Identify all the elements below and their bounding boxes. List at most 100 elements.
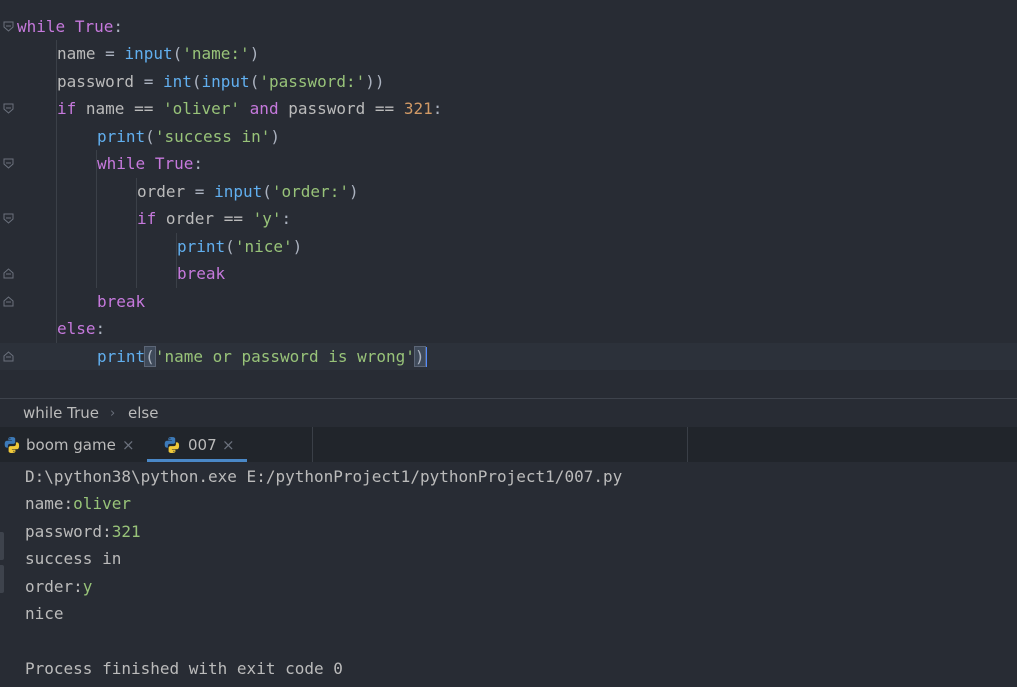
code-token: 321: [403, 99, 433, 118]
code-token: (: [262, 181, 272, 201]
tab-divider: [687, 427, 688, 462]
code-line[interactable]: password = int(input('password:')): [0, 68, 1017, 96]
code-token: if: [57, 99, 77, 118]
tab-divider: [312, 427, 313, 462]
code-token: 'y': [252, 209, 282, 228]
fold-marker-icon[interactable]: [3, 213, 14, 224]
console-text: password:: [25, 521, 112, 541]
breadcrumb-item-else[interactable]: else: [128, 399, 158, 428]
code-line[interactable]: while True:: [0, 13, 1017, 41]
code-token: =: [185, 181, 215, 201]
code-token: break: [97, 291, 146, 311]
console-gutter-marker: [0, 565, 4, 593]
code-token: input: [124, 44, 173, 63]
code-line[interactable]: name = input('name:'): [0, 40, 1017, 68]
fold-marker-icon[interactable]: [3, 21, 14, 32]
code-token: ): [413, 345, 426, 367]
console-user-input: oliver: [73, 494, 131, 513]
fold-marker-icon[interactable]: [3, 295, 14, 307]
code-token: 'password:': [259, 71, 366, 91]
console-line: order:y: [25, 573, 92, 601]
code-line[interactable]: else:: [0, 315, 1017, 343]
code-text: password = int(input('password:')): [57, 68, 385, 96]
code-editor[interactable]: while True: name = input('name:') password…: [0, 0, 1017, 398]
console-text: order:: [25, 576, 83, 596]
code-token: (: [145, 126, 155, 146]
code-token: input: [201, 71, 250, 91]
code-token: 'name or password is wrong': [154, 346, 415, 366]
fold-marker-icon[interactable]: [3, 350, 14, 362]
code-token: ): [348, 181, 359, 201]
code-token: break: [177, 264, 226, 283]
code-line[interactable]: if name == 'oliver' and password == 321:: [0, 95, 1017, 123]
code-line[interactable]: if order == 'y':: [0, 205, 1017, 233]
code-token: print: [97, 126, 146, 146]
code-token: password ==: [278, 99, 404, 118]
code-token: name ==: [76, 99, 163, 118]
code-token: order ==: [156, 209, 253, 228]
run-console[interactable]: D:\python38\python.exe E:/pythonProject1…: [0, 462, 1017, 687]
code-line[interactable]: print('name or password is wrong'): [0, 342, 1017, 370]
code-text: break: [97, 288, 145, 316]
code-line[interactable]: order = input('order:'): [0, 178, 1017, 206]
close-icon[interactable]: ×: [122, 427, 135, 463]
run-tab-bar: boom game × 007 ×: [0, 427, 1017, 462]
code-text: if name == 'oliver' and password == 321:: [57, 95, 442, 123]
fold-marker-icon[interactable]: [3, 268, 14, 279]
code-token: input: [214, 181, 263, 201]
tab-007[interactable]: 007 ×: [147, 427, 247, 462]
console-gutter-marker: [0, 532, 4, 560]
code-text: print('success in'): [97, 123, 280, 151]
console-text: success in: [25, 549, 122, 568]
tab-label: boom game: [26, 436, 116, 454]
console-line: nice: [25, 600, 64, 628]
code-token: 'name:': [182, 44, 250, 63]
code-token: True: [154, 154, 194, 173]
code-token: :: [432, 99, 443, 118]
code-token: :: [95, 319, 106, 338]
code-line[interactable]: break: [0, 288, 1017, 316]
code-token: =: [134, 71, 163, 91]
console-user-input: y: [82, 576, 93, 596]
code-token: ): [292, 236, 303, 256]
console-line: password:321: [25, 518, 141, 546]
code-line[interactable]: print('nice'): [0, 233, 1017, 261]
code-line[interactable]: while True:: [0, 150, 1017, 178]
code-text: while True:: [97, 150, 203, 178]
console-line: D:\python38\python.exe E:/pythonProject1…: [25, 463, 622, 491]
breadcrumb-item-while[interactable]: while True: [23, 399, 99, 428]
code-token: 'nice': [234, 236, 293, 256]
code-token: 'oliver': [162, 99, 241, 118]
console-text: D:\python38\python.exe E:/pythonProject1…: [25, 466, 623, 486]
code-token: and: [249, 99, 279, 118]
code-text: else:: [57, 315, 105, 343]
fold-marker-icon[interactable]: [3, 158, 14, 169]
console-line: Process finished with exit code 0: [25, 655, 343, 683]
code-token: True: [74, 16, 114, 36]
code-line[interactable]: break: [0, 260, 1017, 288]
python-icon: [4, 437, 20, 453]
code-token: ): [249, 44, 260, 63]
code-text: break: [177, 260, 225, 288]
console-user-input: 321: [111, 521, 141, 541]
console-text: nice: [25, 604, 64, 623]
code-token: 'order:': [271, 181, 349, 201]
code-line[interactable]: print('success in'): [0, 123, 1017, 151]
code-token: order: [137, 181, 186, 201]
close-icon[interactable]: ×: [222, 427, 235, 463]
code-token: if: [137, 209, 157, 228]
breadcrumb: while True › else: [0, 398, 1017, 427]
tab-boom-game[interactable]: boom game ×: [0, 427, 146, 462]
console-text: name:: [25, 494, 74, 513]
code-token: (: [249, 71, 260, 91]
tab-label: 007: [188, 436, 217, 454]
code-token: :: [281, 209, 292, 228]
fold-marker-icon[interactable]: [3, 103, 14, 114]
code-token: print: [97, 346, 146, 366]
code-token: 'success in': [154, 126, 271, 146]
code-token: (: [172, 44, 183, 63]
console-line: success in: [25, 545, 121, 573]
